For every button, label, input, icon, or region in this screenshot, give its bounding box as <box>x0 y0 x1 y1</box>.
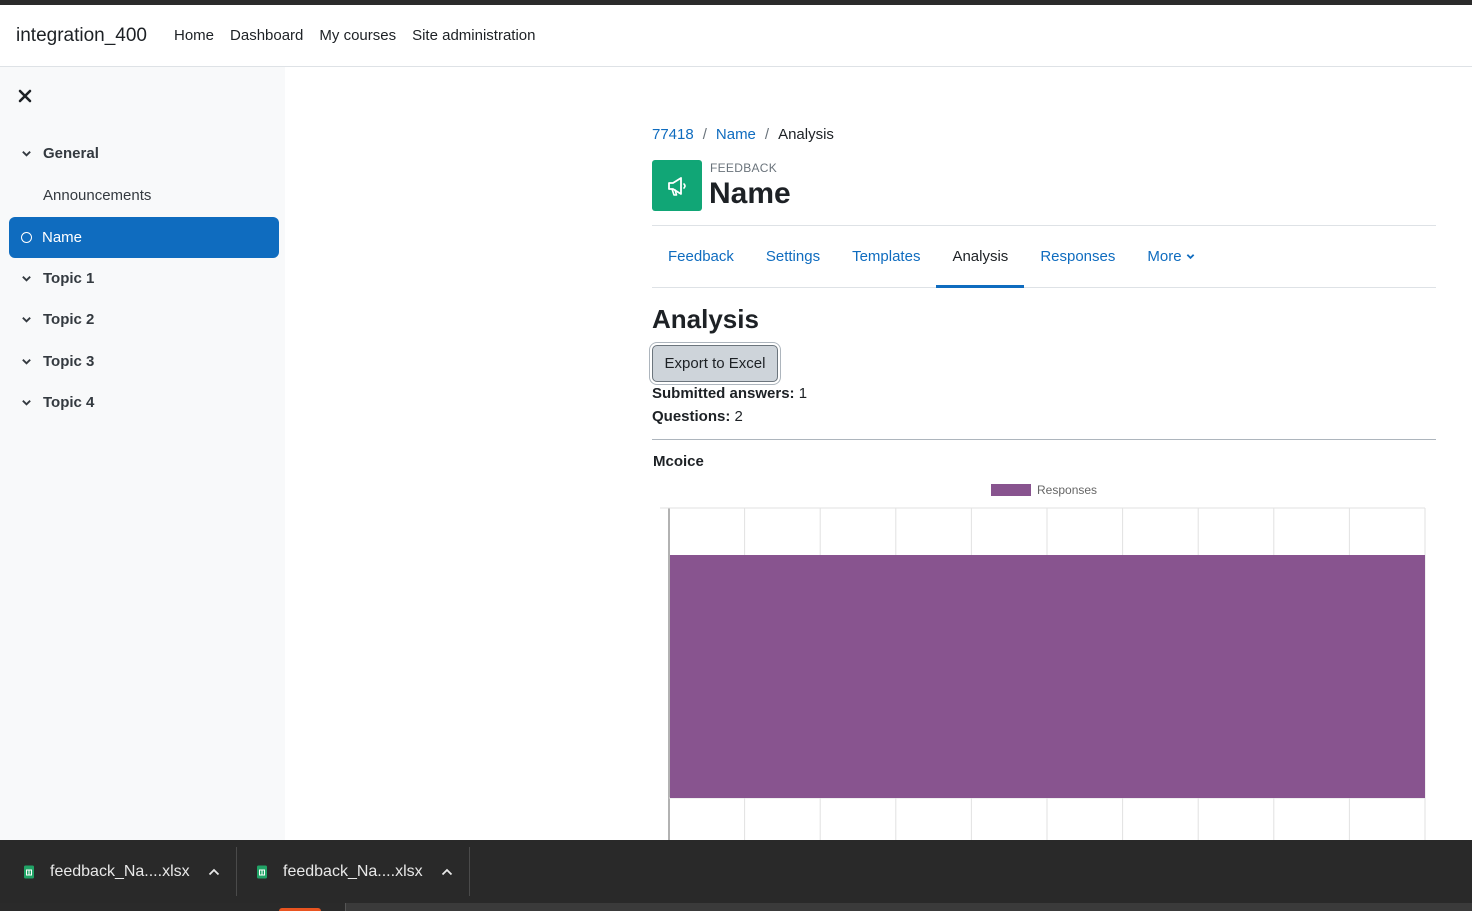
breadcrumb-separator: / <box>702 126 707 143</box>
chevron-up-icon[interactable] <box>441 868 453 876</box>
tab-settings[interactable]: Settings <box>750 226 836 287</box>
chevron-down-icon[interactable] <box>21 397 37 408</box>
nav-site-administration[interactable]: Site administration <box>412 27 535 44</box>
section-label: Topic 4 <box>43 394 95 411</box>
chart-legend[interactable]: Responses <box>991 483 1097 497</box>
tab-label: More <box>1147 248 1182 265</box>
nav-dashboard[interactable]: Dashboard <box>230 27 303 44</box>
downloads-bar: feedback_Na....xlsx feedback_Na....xlsx <box>0 840 1472 903</box>
chevron-up-icon[interactable] <box>208 868 220 876</box>
spreadsheet-file-icon <box>255 865 269 879</box>
chart-bar[interactable] <box>670 555 1425 798</box>
secondary-navigation: Feedback Settings Templates Analysis Res… <box>652 226 1436 288</box>
export-to-excel-button[interactable]: Export to Excel <box>652 345 778 382</box>
submitted-answers-stat: Submitted answers: 1 <box>652 385 807 402</box>
activity-label: Name <box>42 229 83 246</box>
analysis-heading: Analysis <box>652 304 759 334</box>
tab-templates[interactable]: Templates <box>836 226 936 287</box>
download-item[interactable]: feedback_Na....xlsx <box>255 840 453 903</box>
activity-announcements[interactable]: Announcements <box>9 175 279 216</box>
submitted-answers-value: 1 <box>798 385 808 402</box>
tab-label: Analysis <box>952 248 1009 265</box>
tab-label: Feedback <box>668 248 734 265</box>
download-filename: feedback_Na....xlsx <box>50 862 190 880</box>
submitted-answers-label: Submitted answers: <box>652 385 795 402</box>
chart-svg <box>660 507 1426 840</box>
tab-label: Settings <box>765 248 821 265</box>
questions-label: Questions: <box>652 408 731 425</box>
completion-circle-icon <box>21 232 32 243</box>
close-icon[interactable] <box>18 88 34 104</box>
chevron-down-icon[interactable] <box>21 273 37 284</box>
course-index-drawer: General Announcements Name Topic 1 Topic… <box>0 67 285 840</box>
main-content: 77418 / Name / Analysis FEEDBACK Name Fe… <box>285 67 1472 840</box>
spreadsheet-file-icon <box>22 865 36 879</box>
nav-my-courses[interactable]: My courses <box>319 27 396 44</box>
download-filename: feedback_Na....xlsx <box>283 862 423 880</box>
tab-feedback[interactable]: Feedback <box>652 226 750 287</box>
activity-label: Announcements <box>43 187 152 204</box>
chevron-down-icon[interactable] <box>21 356 37 367</box>
megaphone-icon <box>652 160 702 211</box>
nav-home[interactable]: Home <box>174 27 214 44</box>
divider <box>652 439 1436 440</box>
top-navbar: integration_400 Home Dashboard My course… <box>0 5 1472 67</box>
section-topic-4[interactable]: Topic 4 <box>9 382 279 423</box>
chevron-down-icon[interactable] <box>21 148 37 159</box>
download-separator <box>236 847 237 896</box>
breadcrumb-course-link[interactable]: 77418 <box>652 126 694 143</box>
taskbar-strip <box>0 903 1472 911</box>
chevron-down-icon <box>1186 252 1195 261</box>
section-general[interactable]: General <box>9 133 279 174</box>
download-separator <box>469 847 470 896</box>
section-topic-1[interactable]: Topic 1 <box>9 258 279 299</box>
activity-name-current[interactable]: Name <box>9 217 279 258</box>
module-type-label: FEEDBACK <box>710 161 778 175</box>
section-topic-3[interactable]: Topic 3 <box>9 341 279 382</box>
section-label: Topic 3 <box>43 353 95 370</box>
questions-value: 2 <box>734 408 743 425</box>
breadcrumb-current: Analysis <box>778 126 834 143</box>
section-label: General <box>43 145 99 162</box>
legend-swatch <box>991 484 1031 496</box>
site-brand[interactable]: integration_400 <box>16 25 147 47</box>
legend-label: Responses <box>1037 483 1098 497</box>
breadcrumb-separator: / <box>764 126 770 143</box>
chevron-down-icon[interactable] <box>21 314 37 325</box>
tab-analysis[interactable]: Analysis <box>936 226 1025 288</box>
download-item[interactable]: feedback_Na....xlsx <box>22 840 220 903</box>
questions-stat: Questions: 2 <box>652 408 743 425</box>
responses-chart <box>652 503 1436 840</box>
section-topic-2[interactable]: Topic 2 <box>9 299 279 340</box>
tab-label: Responses <box>1040 248 1116 265</box>
tab-label: Templates <box>852 248 921 265</box>
section-label: Topic 2 <box>43 311 95 328</box>
page-title: Name <box>709 177 791 210</box>
breadcrumb-activity-link[interactable]: Name <box>716 126 756 143</box>
section-label: Topic 1 <box>43 270 95 287</box>
tab-responses[interactable]: Responses <box>1024 226 1131 287</box>
question-title: Mcoice <box>653 453 704 470</box>
tab-more[interactable]: More <box>1131 226 1210 287</box>
breadcrumb: 77418 / Name / Analysis <box>652 126 834 143</box>
